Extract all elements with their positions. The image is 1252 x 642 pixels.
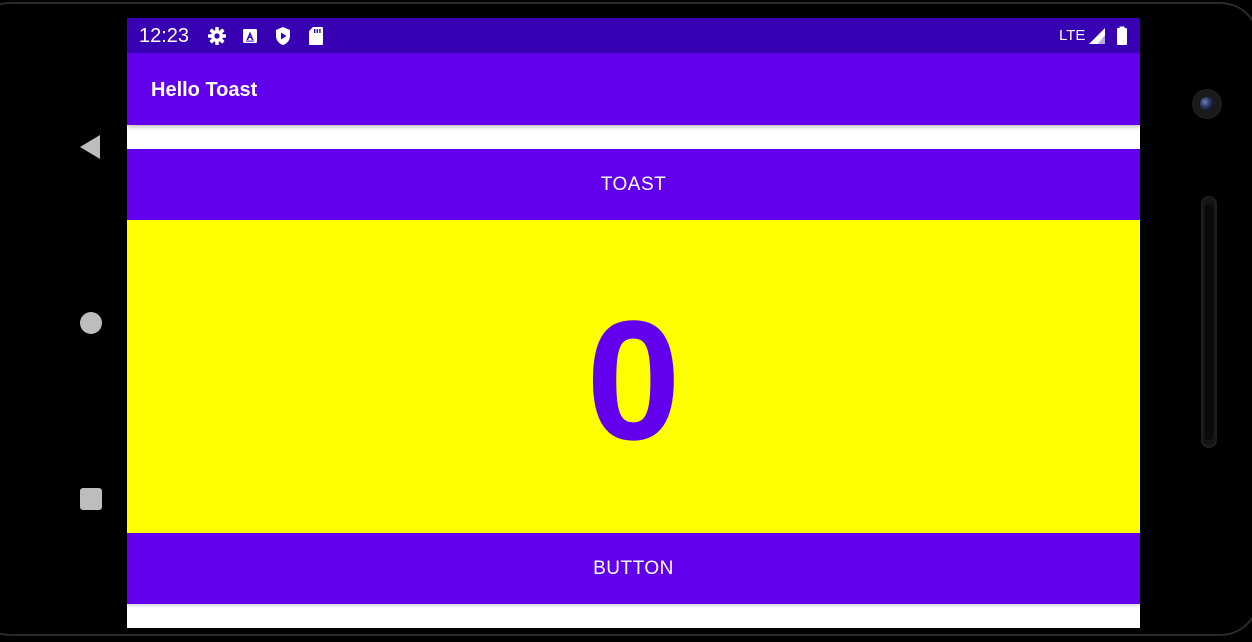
toast-button[interactable]: TOAST (127, 149, 1140, 220)
home-icon[interactable] (80, 312, 102, 334)
device-frame: 12:23 LTE Hello Toast TOAST 0 BUTTON (0, 0, 1252, 642)
count-value: 0 (586, 285, 681, 476)
speaker-grille (1201, 196, 1217, 448)
a-icon (240, 26, 260, 46)
network-type-label: LTE (1059, 27, 1086, 44)
settings-icon (207, 26, 227, 46)
count-button[interactable]: BUTTON (127, 533, 1140, 604)
speaker-slot (1205, 204, 1213, 440)
camera-lens (1200, 97, 1214, 111)
screen: 12:23 LTE Hello Toast TOAST 0 BUTTON (127, 18, 1140, 628)
camera-icon (1193, 90, 1221, 118)
signal-icon (1087, 26, 1107, 46)
app-title: Hello Toast (151, 79, 258, 101)
sd-card-icon (306, 26, 326, 46)
battery-icon (1112, 26, 1132, 46)
status-time: 12:23 (139, 25, 190, 47)
play-protect-icon (273, 26, 293, 46)
app-bar: Hello Toast (127, 53, 1140, 125)
count-display: 0 (127, 220, 1140, 533)
recents-icon[interactable] (80, 488, 102, 510)
status-bar: 12:23 LTE (127, 18, 1140, 53)
back-icon[interactable] (80, 135, 100, 159)
